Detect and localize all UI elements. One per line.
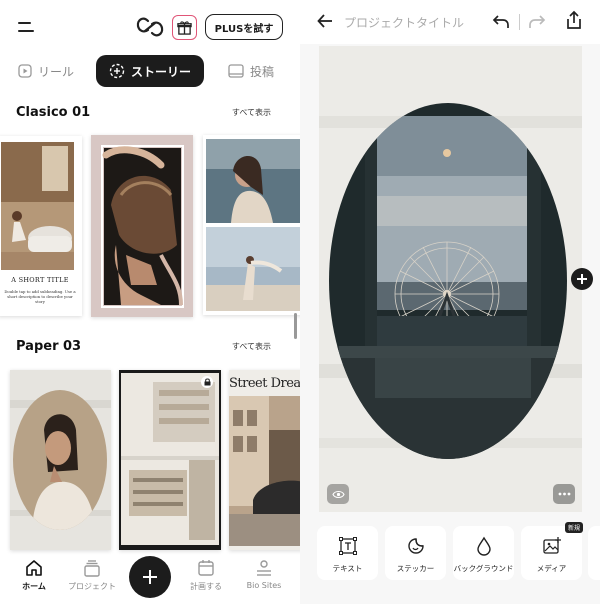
home-icon bbox=[26, 560, 42, 576]
template-preview-image bbox=[119, 370, 221, 550]
story-icon bbox=[109, 63, 125, 79]
section-header-clasico: Clasico 01 すべて表示 bbox=[16, 105, 271, 120]
text-icon bbox=[338, 537, 357, 555]
divider bbox=[519, 14, 520, 30]
tool-sticker-label: ステッカー bbox=[396, 564, 435, 573]
editor-top-bar: プロジェクトタイトル bbox=[300, 0, 600, 44]
project-title-input[interactable]: プロジェクトタイトル bbox=[344, 14, 464, 31]
drop-icon bbox=[476, 536, 491, 556]
template-title: A SHORT TITLE bbox=[11, 276, 69, 284]
template-card-paper-1[interactable] bbox=[10, 370, 111, 550]
undo-icon[interactable] bbox=[492, 12, 510, 34]
tab-post-label: 投稿 bbox=[250, 64, 275, 79]
tool-media-label: メディア bbox=[536, 564, 567, 573]
nav-projects-label: プロジェクト bbox=[68, 582, 116, 591]
see-all-link[interactable]: すべて表示 bbox=[232, 341, 271, 352]
tool-text-label: テキスト bbox=[332, 564, 363, 573]
section-title: Paper 03 bbox=[16, 339, 82, 354]
nav-projects[interactable]: プロジェクト bbox=[64, 558, 120, 592]
calendar-icon bbox=[198, 560, 214, 576]
post-icon bbox=[228, 64, 244, 78]
template-preview-image bbox=[10, 370, 111, 550]
section-title: Clasico 01 bbox=[16, 105, 91, 120]
nav-bio-label: Bio Sites bbox=[246, 581, 282, 590]
tab-reel[interactable]: リール bbox=[18, 55, 74, 87]
tab-post[interactable]: 投稿 bbox=[228, 55, 274, 87]
nav-plan-label: 計画する bbox=[190, 582, 222, 591]
canvas-image bbox=[319, 46, 582, 512]
template-card-clasico-1[interactable]: A SHORT TITLE Double tap to add subheadi… bbox=[0, 136, 82, 316]
preview-eye-icon[interactable] bbox=[327, 484, 349, 504]
redo-icon[interactable] bbox=[528, 12, 546, 34]
template-title: Street Dream bbox=[229, 376, 300, 391]
format-tabs: リール ストーリー 投稿 bbox=[0, 55, 300, 89]
tab-story[interactable]: ストーリー bbox=[96, 55, 204, 87]
try-plus-button[interactable]: PLUSを試す bbox=[205, 14, 283, 40]
reel-icon bbox=[18, 64, 32, 78]
template-body: Double tap to add subheading. Use a shor… bbox=[4, 289, 76, 304]
template-preview-image bbox=[229, 370, 300, 550]
back-arrow-icon[interactable] bbox=[316, 12, 334, 34]
media-icon bbox=[542, 537, 561, 554]
story-canvas[interactable] bbox=[319, 46, 582, 512]
menu-icon[interactable] bbox=[18, 22, 34, 32]
add-page-button[interactable] bbox=[571, 268, 593, 290]
tool-background[interactable]: バックグラウンド bbox=[453, 526, 514, 580]
template-card-paper-2[interactable] bbox=[119, 370, 221, 550]
template-preview-image bbox=[91, 135, 193, 317]
tool-background-label: バックグラウンド bbox=[453, 564, 514, 573]
tool-media[interactable]: メディア bbox=[521, 526, 582, 580]
more-options-icon[interactable] bbox=[553, 484, 575, 504]
template-preview-image bbox=[203, 135, 300, 315]
gift-icon[interactable] bbox=[172, 15, 197, 40]
plus-icon bbox=[577, 274, 587, 284]
nav-bio-sites[interactable]: Bio Sites bbox=[236, 558, 292, 590]
tool-text[interactable]: テキスト bbox=[317, 526, 378, 580]
projects-icon bbox=[84, 560, 100, 577]
see-all-link[interactable]: すべて表示 bbox=[232, 107, 271, 118]
nav-home[interactable]: ホーム bbox=[6, 558, 62, 592]
share-icon[interactable] bbox=[565, 10, 583, 34]
lock-icon bbox=[201, 376, 213, 388]
template-card-clasico-3[interactable] bbox=[203, 135, 300, 315]
template-card-paper-3[interactable]: Street Dream bbox=[229, 370, 300, 550]
bio-sites-icon bbox=[257, 560, 271, 576]
tool-more[interactable]: ス bbox=[588, 526, 600, 580]
tool-sticker[interactable]: ステッカー bbox=[385, 526, 446, 580]
tab-story-label: ストーリー bbox=[130, 64, 191, 79]
story-editor-pane: プロジェクトタイトル テキスト ステッカー バックグラウンド メディア 新規 bbox=[300, 0, 600, 604]
new-badge: 新規 bbox=[565, 522, 584, 533]
nav-plan[interactable]: 計画する bbox=[178, 558, 234, 592]
plus-icon bbox=[143, 570, 157, 584]
template-browser-pane: PLUSを試す リール ストーリー 投稿 Clasico 01 すべて表示 A … bbox=[0, 0, 300, 604]
template-card-clasico-2[interactable] bbox=[91, 135, 193, 317]
editor-toolbar: テキスト ステッカー バックグラウンド メディア bbox=[300, 522, 600, 584]
tab-reel-label: リール bbox=[38, 64, 75, 79]
section-header-paper: Paper 03 すべて表示 bbox=[16, 339, 271, 354]
scrollbar[interactable] bbox=[294, 313, 297, 339]
sticker-icon bbox=[407, 538, 424, 554]
nav-home-label: ホーム bbox=[22, 582, 46, 591]
link-icon[interactable] bbox=[135, 15, 165, 39]
create-new-button[interactable] bbox=[129, 556, 171, 598]
